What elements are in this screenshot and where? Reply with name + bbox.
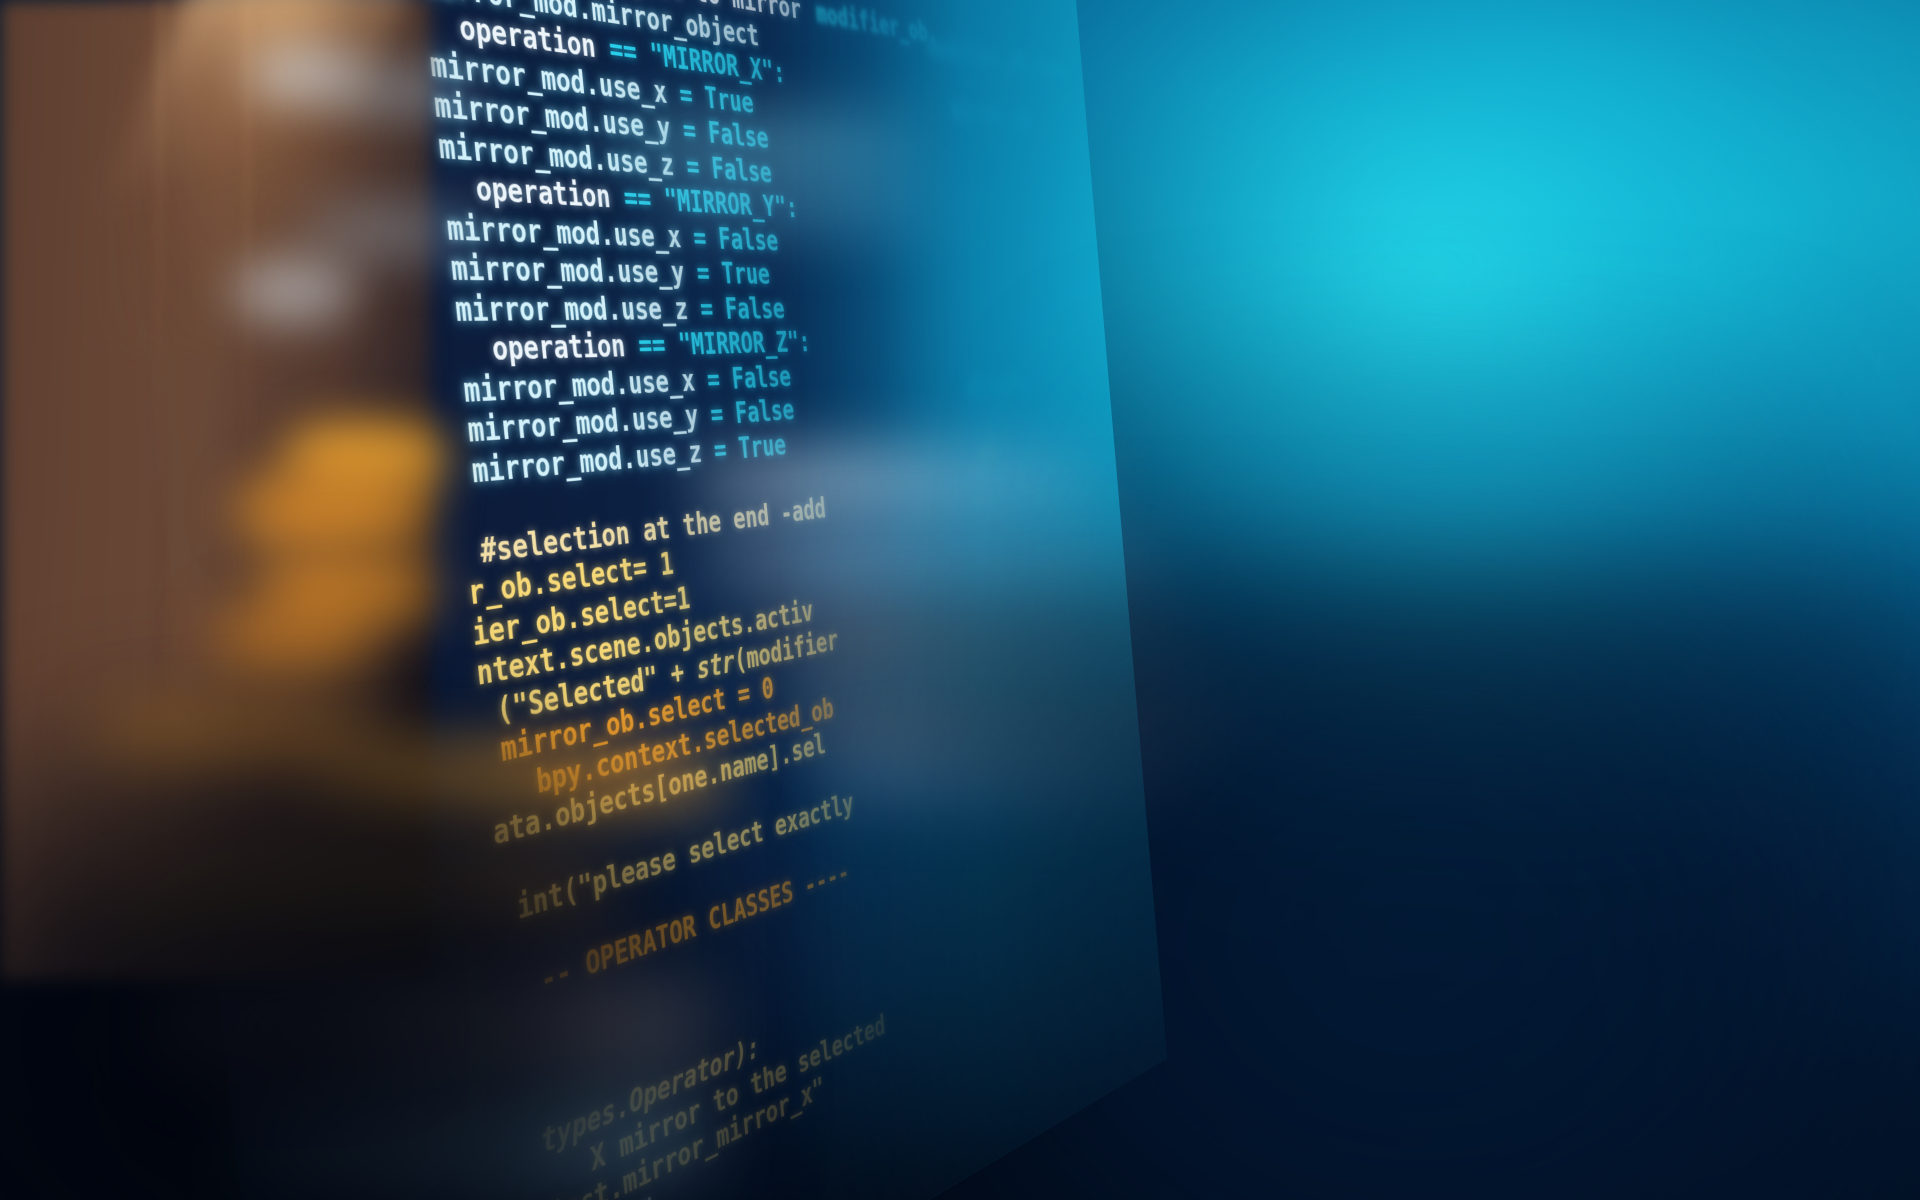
code-token: False [707, 115, 770, 155]
code-token: "MIRROR_Z": [677, 326, 812, 363]
code-token: True [720, 256, 771, 291]
code-token: False [717, 221, 780, 257]
code-token: = [686, 291, 727, 326]
code-token: True [703, 80, 755, 120]
code-tail-fragment: objects [964, 369, 1028, 402]
code-token: = [668, 111, 710, 150]
code-token: False [734, 393, 796, 431]
code-token: mirror_mod.use_z [453, 289, 689, 329]
screenshot-root: ext mirror object to mirrormodifier_ob.m… [0, 0, 1920, 1200]
code-token: True [737, 428, 787, 466]
code-token: = [700, 431, 741, 469]
code-token: = [679, 219, 720, 256]
code-tail-fragment: _ob [968, 437, 998, 469]
code-token: = [696, 396, 737, 433]
code-token: = [693, 362, 734, 398]
code-token: = [665, 75, 707, 115]
code-token: = [682, 255, 723, 291]
code-token: = [672, 147, 713, 185]
code-token: False [710, 151, 773, 190]
